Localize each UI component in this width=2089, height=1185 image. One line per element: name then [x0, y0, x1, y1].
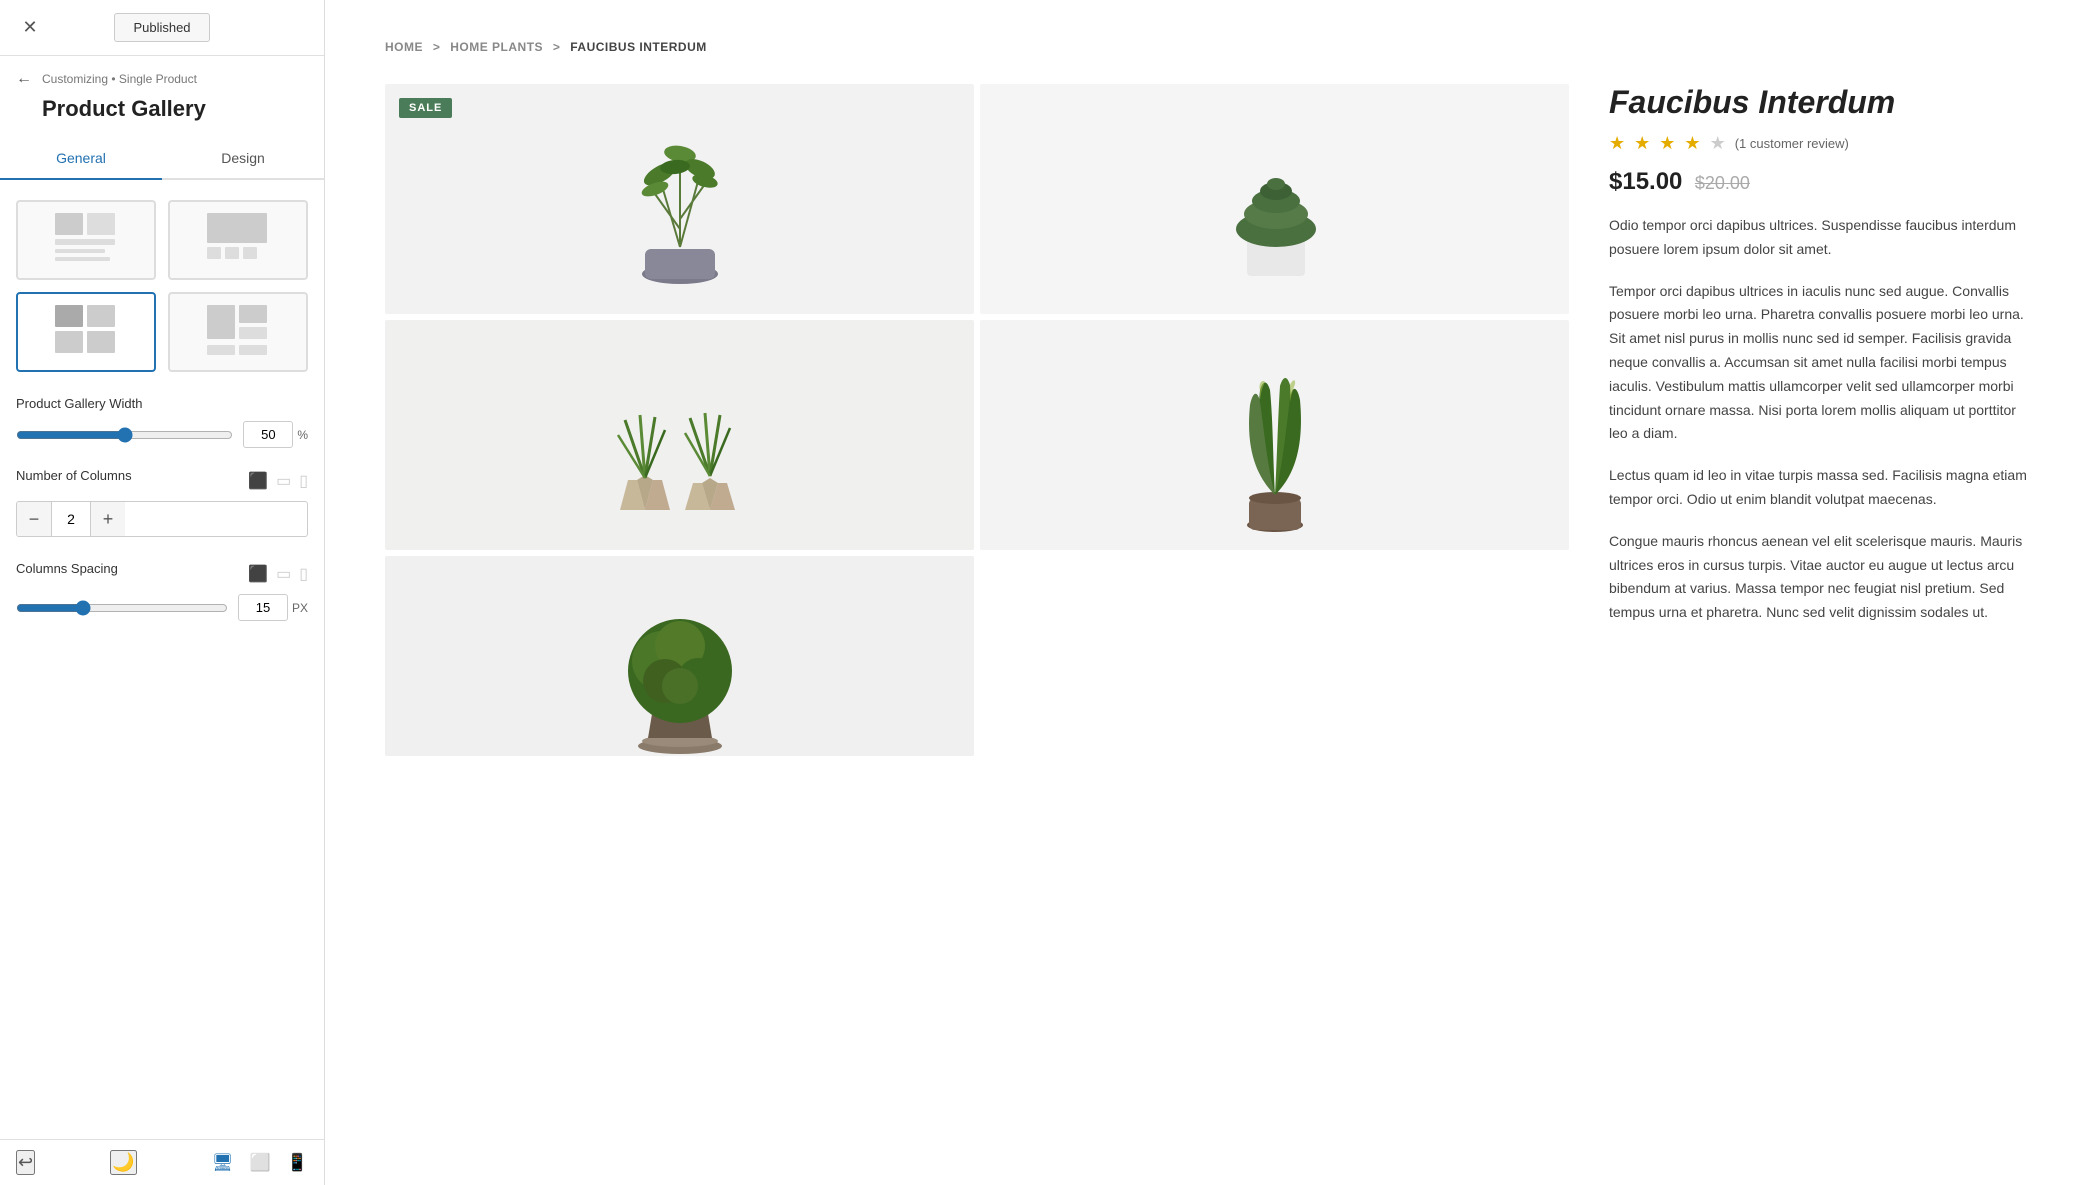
columns-value: 2 [51, 502, 91, 536]
breadcrumb-category[interactable]: HOME PLANTS [450, 40, 543, 54]
tab-design[interactable]: Design [162, 138, 324, 180]
gallery-cell-4[interactable] [980, 320, 1569, 550]
columns-header: Number of Columns ⬛ ▭ ▯ [16, 468, 308, 493]
gallery-width-row: % [16, 421, 308, 448]
star-4: ★ [1684, 133, 1701, 154]
undo-button[interactable]: ↩ [16, 1150, 35, 1175]
layout-option-4[interactable] [168, 292, 308, 372]
review-count[interactable]: (1 customer review) [1735, 136, 1849, 151]
star-1: ★ [1609, 133, 1626, 154]
layout-option-3[interactable] [16, 292, 156, 372]
layout-icon-2 [203, 209, 273, 272]
columns-increase-button[interactable]: + [91, 502, 125, 536]
sidebar-content: Product Gallery Width % Number of Column… [0, 180, 324, 1139]
columns-label: Number of Columns [16, 468, 132, 483]
gallery-width-label: Product Gallery Width [16, 396, 308, 411]
breadcrumb-home[interactable]: HOME [385, 40, 423, 54]
spacing-device-icons: ⬛ ▭ ▯ [248, 564, 308, 584]
gallery-cell-5[interactable] [385, 556, 974, 756]
bottom-bar: ↩ 🌙 🖥 ⬜ 📱 [0, 1139, 324, 1185]
star-3: ★ [1659, 133, 1676, 154]
product-title: Faucibus Interdum [1609, 84, 2029, 121]
product-desc-2: Tempor orci dapibus ultrices in iaculis … [1609, 280, 2029, 447]
published-button[interactable]: Published [114, 13, 209, 42]
section-title: Product Gallery [0, 92, 324, 138]
sale-badge: SALE [399, 98, 452, 118]
columns-spacing-label: Columns Spacing [16, 561, 118, 576]
columns-spacing-input[interactable] [238, 594, 288, 621]
gallery-area: SALE [385, 84, 1569, 756]
gallery-width-input[interactable] [243, 421, 293, 448]
columns-stepper: − 2 + [16, 501, 308, 537]
current-price: $15.00 [1609, 168, 1682, 195]
columns-spacing-slider[interactable] [16, 600, 228, 616]
product-info: Faucibus Interdum ★ ★ ★ ★ ★ (1 customer … [1609, 84, 2029, 643]
columns-spacing-header: Columns Spacing ⬛ ▭ ▯ [16, 561, 308, 586]
tab-general[interactable]: General [0, 138, 162, 180]
breadcrumb-sep2: > [553, 40, 561, 54]
gallery-cell-1[interactable]: SALE [385, 84, 974, 314]
gallery-cell-3[interactable] [385, 320, 974, 550]
spacing-desktop-icon[interactable]: ⬛ [248, 564, 268, 584]
spacing-mobile-icon[interactable]: ▯ [299, 564, 308, 584]
product-desc-4: Congue mauris rhoncus aenean vel elit sc… [1609, 530, 2029, 625]
device-bottom-icons: 🖥 ⬜ 📱 [212, 1153, 308, 1173]
star-2: ★ [1634, 133, 1651, 154]
breadcrumb-current: FAUCIBUS INTERDUM [570, 40, 707, 54]
layout-option-2[interactable] [168, 200, 308, 280]
device-icons: ⬛ ▭ ▯ [248, 471, 308, 491]
mobile-device-icon[interactable]: ▯ [299, 471, 308, 491]
layout-icon-4 [203, 301, 273, 364]
gallery-cell-2[interactable] [980, 84, 1569, 314]
mobile-preview-icon[interactable]: 📱 [287, 1153, 308, 1173]
desktop-device-icon[interactable]: ⬛ [248, 471, 268, 491]
tablet-device-icon[interactable]: ▭ [276, 471, 291, 491]
desktop-preview-icon[interactable]: 🖥 [212, 1153, 234, 1173]
gallery-grid: SALE [385, 84, 1569, 756]
product-breadcrumb: HOME > HOME PLANTS > FAUCIBUS INTERDUM [385, 40, 2029, 54]
columns-decrease-button[interactable]: − [17, 502, 51, 536]
breadcrumb-sep1: > [433, 40, 441, 54]
product-area: SALE [385, 84, 2029, 756]
layout-icon-3 [51, 301, 121, 364]
breadcrumb-text: Customizing • Single Product [42, 72, 197, 86]
product-desc-3: Lectus quam id leo in vitae turpis massa… [1609, 464, 2029, 512]
back-button[interactable]: ← [16, 70, 32, 88]
close-icon: ✕ [22, 17, 37, 38]
tabs: General Design [0, 138, 324, 180]
columns-spacing-section: Columns Spacing ⬛ ▭ ▯ PX [16, 561, 308, 621]
original-price: $20.00 [1695, 173, 1750, 193]
columns-section: Number of Columns ⬛ ▭ ▯ − 2 + [16, 468, 308, 537]
dark-mode-button[interactable]: 🌙 [110, 1150, 136, 1175]
sidebar-header: ✕ Published [0, 0, 324, 56]
columns-spacing-row: PX [16, 594, 308, 621]
gallery-width-section: Product Gallery Width % [16, 396, 308, 448]
columns-spacing-unit: PX [292, 601, 308, 615]
star-5: ★ [1710, 133, 1727, 154]
layout-option-1[interactable] [16, 200, 156, 280]
close-button[interactable]: ✕ [16, 14, 44, 42]
tablet-preview-icon[interactable]: ⬜ [250, 1153, 271, 1173]
gallery-width-slider[interactable] [16, 427, 233, 443]
price-row: $15.00 $20.00 [1609, 168, 2029, 196]
spacing-tablet-icon[interactable]: ▭ [276, 564, 291, 584]
sidebar: ✕ Published ← Customizing • Single Produ… [0, 0, 325, 1185]
gallery-width-unit: % [297, 428, 308, 442]
nav-back: ← Customizing • Single Product [0, 56, 324, 92]
layout-options [16, 200, 308, 372]
product-desc-1: Odio tempor orci dapibus ultrices. Suspe… [1609, 214, 2029, 262]
layout-icon-1 [51, 209, 121, 272]
rating-row: ★ ★ ★ ★ ★ (1 customer review) [1609, 133, 2029, 154]
preview-area: HOME > HOME PLANTS > FAUCIBUS INTERDUM S… [325, 0, 2089, 1185]
